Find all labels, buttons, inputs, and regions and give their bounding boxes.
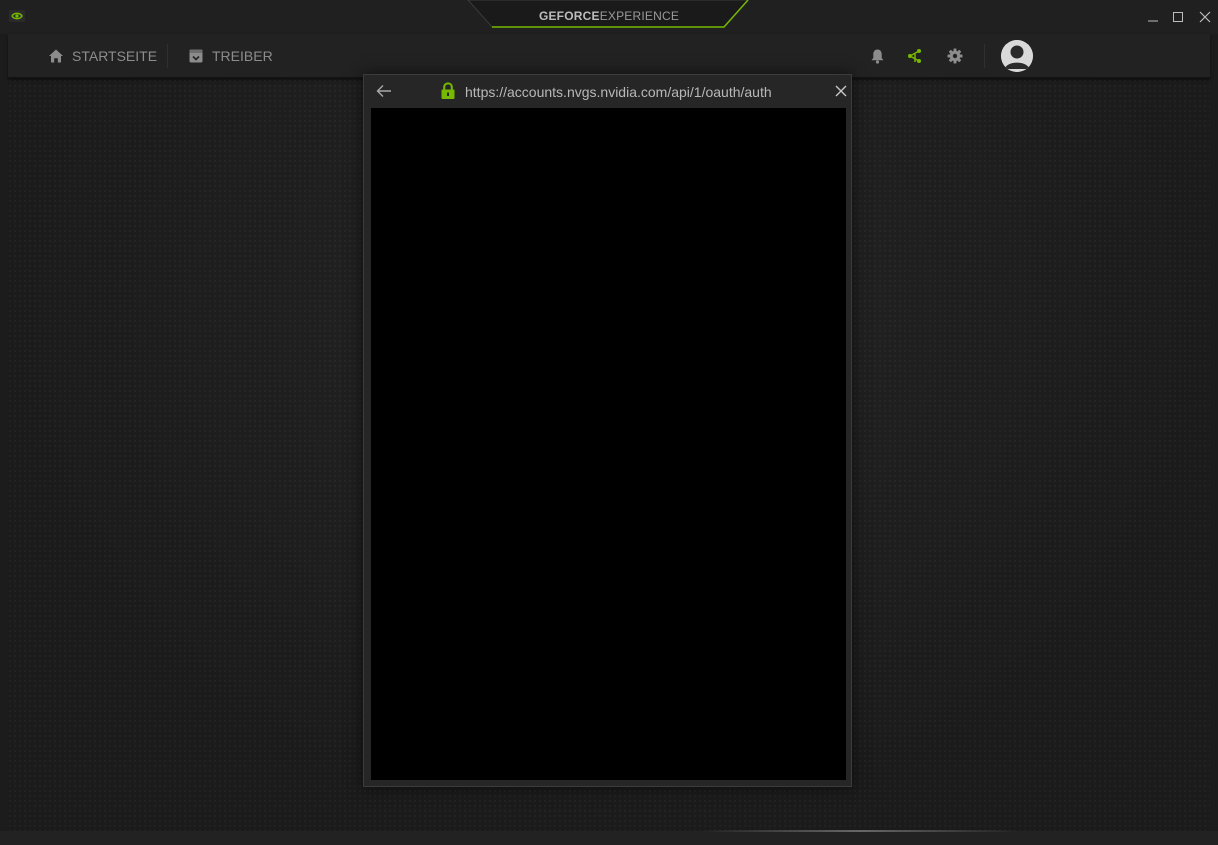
close-icon [835, 85, 847, 97]
minimize-icon [1148, 20, 1158, 22]
back-arrow-icon [376, 85, 391, 97]
nav-divider [167, 44, 168, 68]
home-icon [49, 49, 63, 62]
maximize-button[interactable] [1168, 7, 1188, 27]
nav-home[interactable]: STARTSEITE [48, 34, 157, 77]
nav-drivers[interactable]: TREIBER [188, 34, 273, 77]
bottom-bar [0, 831, 1218, 845]
nav-drivers-label: TREIBER [212, 47, 273, 64]
share-icon [908, 49, 921, 63]
settings-button[interactable] [946, 47, 964, 65]
minimize-button[interactable] [1143, 7, 1163, 27]
gear-icon [947, 48, 963, 64]
nav-divider [984, 44, 985, 68]
app-title: GEFORCEEXPERIENCE [0, 9, 1218, 23]
user-avatar-icon [1001, 40, 1033, 72]
bottom-highlight [700, 830, 1020, 832]
user-avatar[interactable] [1001, 40, 1033, 72]
brand-secondary: EXPERIENCE [599, 9, 680, 23]
bell-icon [871, 49, 883, 64]
url-address: https://accounts.nvgs.nvidia.com/api/1/o… [465, 84, 772, 100]
share-button[interactable] [906, 47, 924, 65]
title-bar: GEFORCEEXPERIENCE [0, 0, 1218, 34]
auth-dialog: https://accounts.nvgs.nvidia.com/api/1/o… [363, 74, 852, 787]
login-webview[interactable] [371, 108, 846, 780]
brand-primary: GEFORCE [538, 9, 600, 23]
dialog-close-button[interactable] [832, 82, 850, 100]
driver-box-icon [189, 49, 203, 62]
notifications-button[interactable] [868, 47, 886, 65]
close-icon [1199, 11, 1211, 23]
lock-icon [441, 82, 455, 99]
window-close-button[interactable] [1195, 7, 1215, 27]
nav-bar: STARTSEITE TREIBER [8, 34, 1210, 78]
maximize-icon [1173, 12, 1183, 22]
nav-home-label: STARTSEITE [72, 47, 158, 64]
back-button[interactable] [374, 82, 394, 100]
